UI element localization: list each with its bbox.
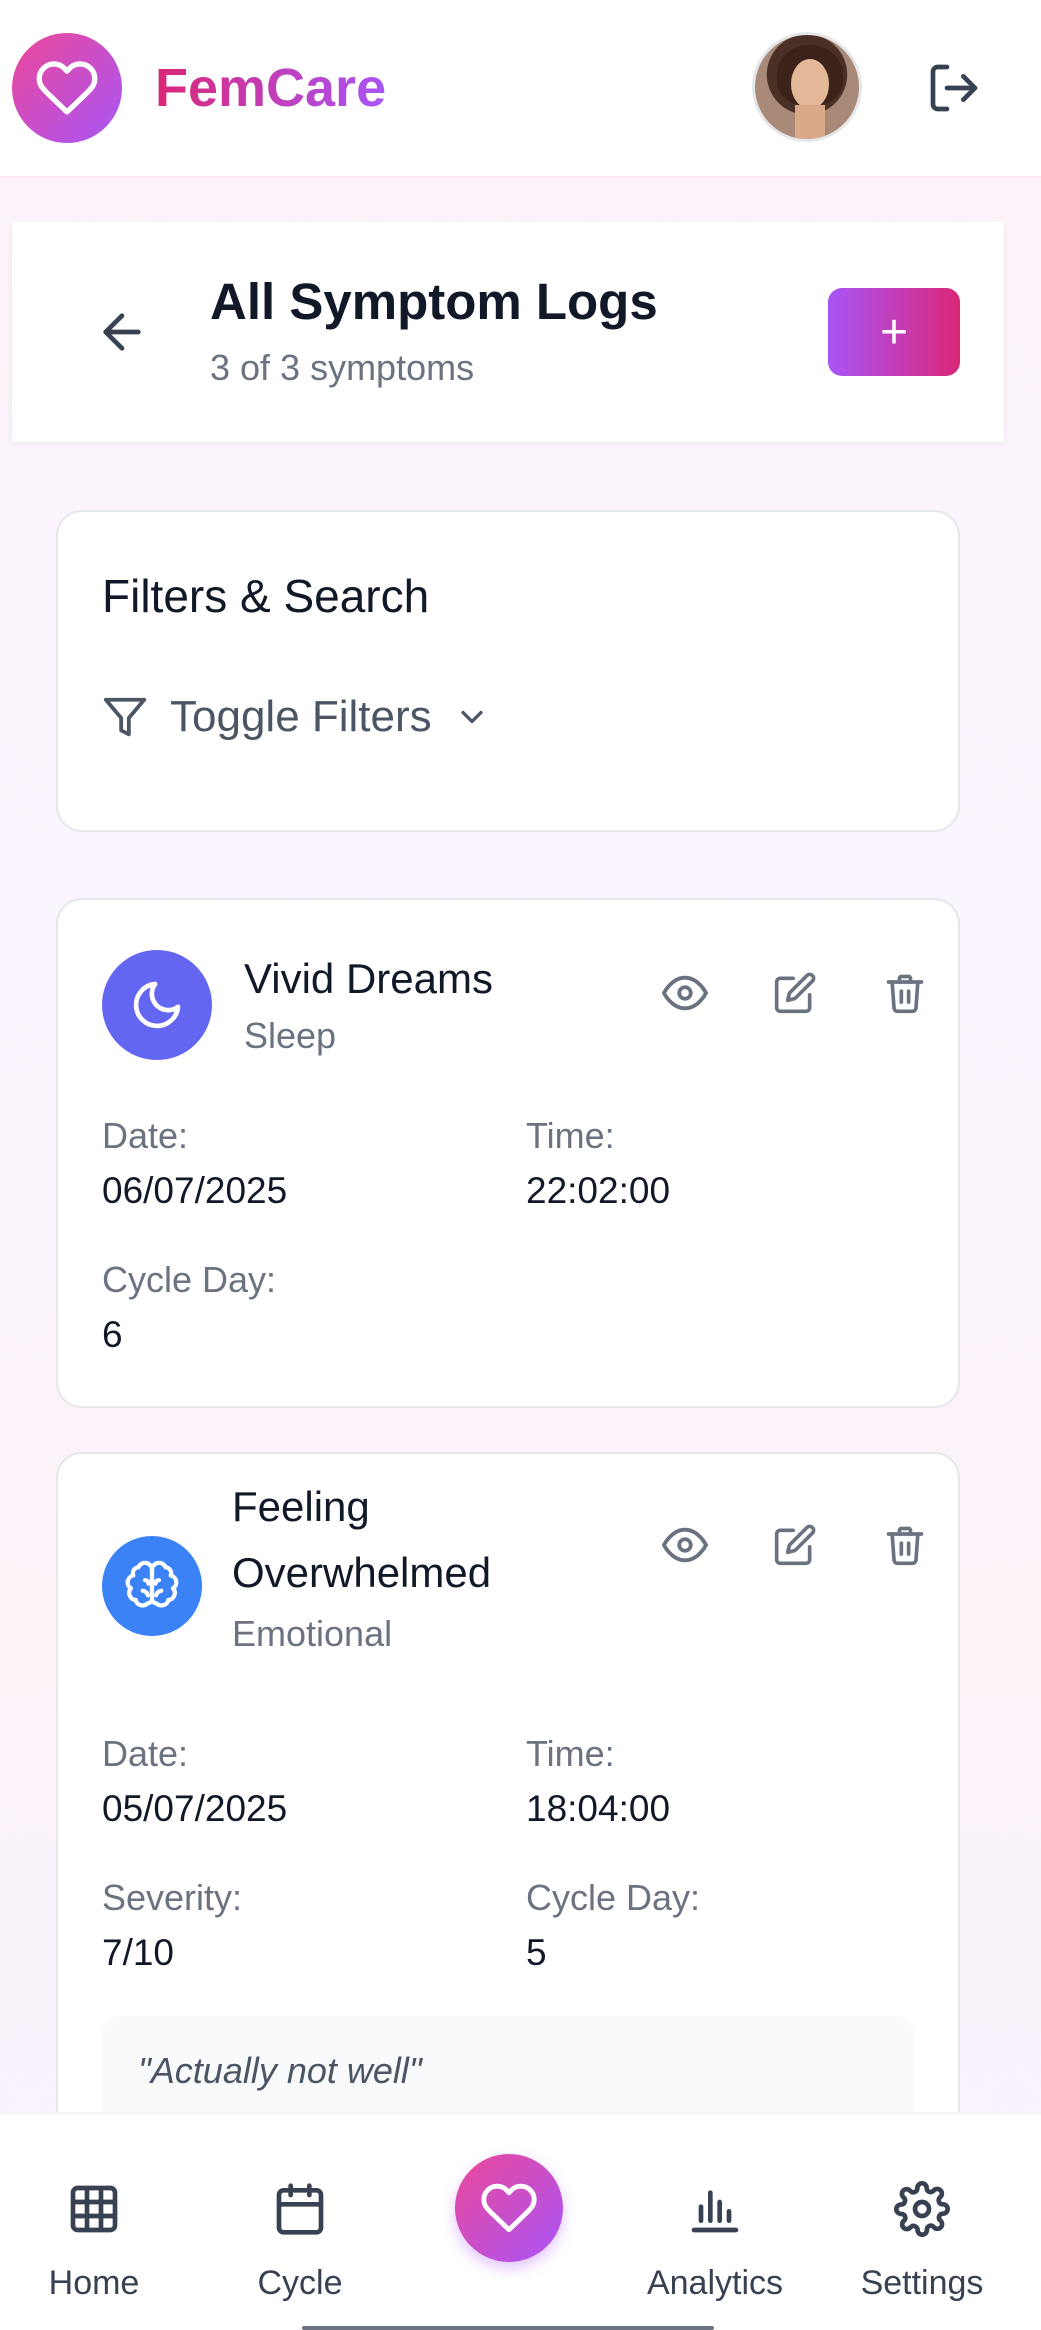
nav-analytics-label: Analytics — [646, 2264, 784, 2302]
nav-heart-button[interactable] — [455, 2154, 563, 2262]
add-symptom-button[interactable]: + — [828, 288, 960, 376]
symptom-category: Emotional — [232, 1613, 393, 1654]
nav-cycle-label: Cycle — [257, 2264, 343, 2302]
app-header: FemCare — [0, 0, 1041, 178]
severity-label: Severity: — [102, 1877, 243, 1918]
avatar[interactable] — [752, 32, 862, 142]
toggle-filters-button[interactable]: Toggle Filters — [102, 682, 490, 752]
nav-settings-label: Settings — [860, 2264, 984, 2302]
toggle-filters-label: Toggle Filters — [170, 692, 432, 741]
eye-icon — [662, 975, 708, 1011]
page-header-card: All Symptom Logs 3 of 3 symptoms + — [12, 222, 1004, 442]
symptom-category: Sleep — [244, 1015, 337, 1056]
heart-icon — [481, 2183, 537, 2233]
trash-icon — [886, 974, 924, 1014]
grid-icon — [70, 2185, 118, 2233]
filters-title: Filters & Search — [102, 570, 430, 622]
edit-button[interactable] — [760, 1510, 830, 1580]
edit-icon — [774, 1524, 816, 1566]
symptom-name-line-2: Overwhelmed — [232, 1549, 492, 1596]
symptom-name: Vivid Dreams — [244, 955, 493, 1002]
calendar-icon — [276, 2183, 324, 2235]
heart-icon — [36, 61, 98, 115]
edit-icon — [774, 972, 816, 1014]
page-title: All Symptom Logs — [210, 273, 658, 330]
date-value: 06/07/2025 — [102, 1170, 288, 1211]
chevron-down-icon — [461, 710, 483, 724]
trash-icon — [886, 1526, 924, 1566]
filters-card: Filters & Search Toggle Filters — [56, 510, 960, 832]
time-value: 22:02:00 — [526, 1170, 671, 1211]
eye-icon — [662, 1527, 708, 1563]
cycle-day-label: Cycle Day: — [526, 1877, 701, 1918]
time-label: Time: — [526, 1733, 615, 1774]
nav-home[interactable]: Home — [4, 2174, 184, 2303]
symptom-log-card[interactable]: Vivid Dreams Sleep Date: 06/07/2025 Time… — [56, 898, 960, 1408]
nav-analytics[interactable]: Analytics — [625, 2174, 805, 2303]
cycle-day-value: 6 — [102, 1314, 123, 1355]
home-indicator — [302, 2326, 714, 2330]
symptom-count: 3 of 3 symptoms — [210, 347, 475, 388]
date-label: Date: — [102, 1115, 189, 1156]
brain-icon — [102, 1536, 202, 1636]
time-label: Time: — [526, 1115, 615, 1156]
nav-home-label: Home — [48, 2264, 140, 2302]
bar-chart-icon — [691, 2190, 739, 2233]
cycle-day-value: 5 — [526, 1932, 547, 1973]
cycle-day-label: Cycle Day: — [102, 1259, 277, 1300]
logo[interactable] — [12, 33, 122, 143]
brand-name: FemCare — [155, 58, 387, 118]
symptom-name-line-1: Feeling — [232, 1483, 370, 1530]
filter-icon — [103, 697, 147, 737]
date-label: Date: — [102, 1733, 189, 1774]
time-value: 18:04:00 — [526, 1788, 671, 1829]
nav-settings[interactable]: Settings — [832, 2174, 1012, 2303]
bottom-nav: Home Cycle Analytics Settings — [0, 2112, 1041, 2330]
logout-icon — [930, 64, 978, 112]
gear-icon — [894, 2181, 950, 2237]
delete-button[interactable] — [870, 1510, 940, 1580]
logout-button[interactable] — [922, 56, 986, 120]
arrow-left-icon — [103, 313, 141, 351]
date-value: 05/07/2025 — [102, 1788, 288, 1829]
delete-button[interactable] — [870, 958, 940, 1028]
view-button[interactable] — [650, 958, 720, 1028]
severity-value: 7/10 — [102, 1932, 175, 1973]
nav-cycle[interactable]: Cycle — [210, 2174, 390, 2303]
moon-icon — [102, 950, 212, 1060]
back-button[interactable] — [82, 292, 162, 372]
note-text: "Actually not well" — [138, 2050, 422, 2091]
edit-button[interactable] — [760, 958, 830, 1028]
view-button[interactable] — [650, 1510, 720, 1580]
